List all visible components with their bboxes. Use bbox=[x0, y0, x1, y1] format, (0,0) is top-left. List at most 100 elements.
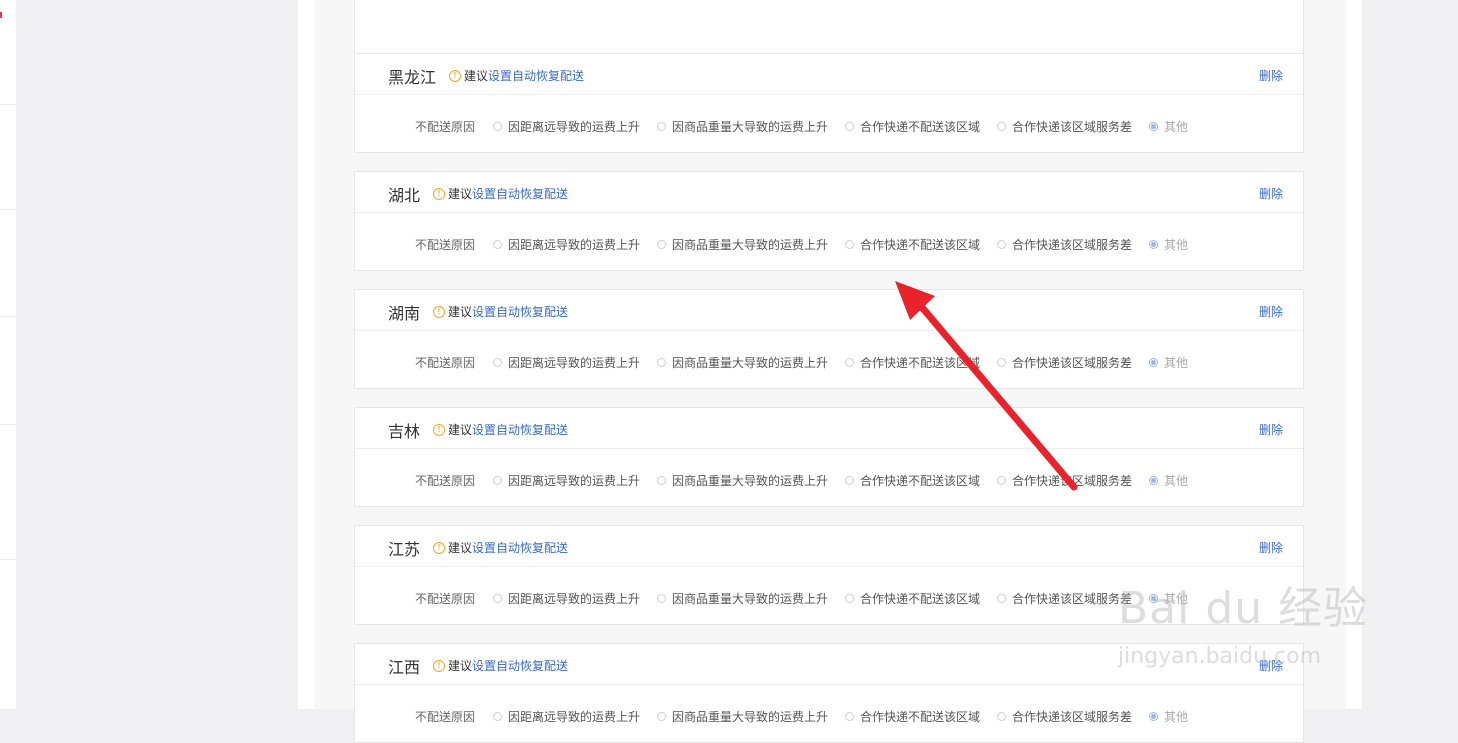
radio-button[interactable] bbox=[845, 476, 854, 485]
radio-button[interactable] bbox=[493, 712, 502, 721]
reason-option[interactable]: 其他 bbox=[1149, 236, 1188, 253]
reason-option[interactable]: 因距离远导致的运费上升 bbox=[493, 118, 640, 135]
reason-option-label: 合作快递该区域服务差 bbox=[1012, 356, 1133, 370]
reason-option[interactable]: 合作快递该区域服务差 bbox=[997, 590, 1132, 607]
radio-button[interactable] bbox=[657, 712, 666, 721]
radio-button[interactable] bbox=[997, 240, 1006, 249]
reason-option[interactable]: 合作快递该区域服务差 bbox=[997, 118, 1132, 135]
radio-selected[interactable] bbox=[1149, 240, 1158, 249]
card-header: 黑龙江! 建议 设置自动恢复配送 删除 bbox=[355, 54, 1303, 95]
reason-option[interactable]: 因商品重量大导致的运费上升 bbox=[657, 590, 828, 607]
province-name: 江苏 bbox=[388, 542, 421, 559]
warning-icon: ! bbox=[433, 187, 445, 200]
radio-selected[interactable] bbox=[1149, 358, 1158, 367]
reason-option[interactable]: 合作快递该区域服务差 bbox=[997, 708, 1132, 725]
sidebar-divider bbox=[0, 104, 16, 105]
warning-icon: ! bbox=[433, 305, 445, 318]
auto-restore-tip: ! 建议 设置自动恢复配送 bbox=[433, 185, 568, 202]
reason-option[interactable]: 因商品重量大导致的运费上升 bbox=[657, 708, 828, 725]
radio-button[interactable] bbox=[657, 476, 666, 485]
reason-option[interactable]: 其他 bbox=[1149, 118, 1188, 135]
radio-button[interactable] bbox=[845, 122, 854, 131]
reason-option-label: 合作快递该区域服务差 bbox=[1012, 710, 1133, 724]
radio-button[interactable] bbox=[845, 594, 854, 603]
radio-button[interactable] bbox=[493, 240, 502, 249]
radio-button[interactable] bbox=[657, 358, 666, 367]
reason-option-label: 其他 bbox=[1164, 710, 1189, 724]
reason-option-label: 其他 bbox=[1164, 238, 1189, 252]
reason-option[interactable]: 因商品重量大导致的运费上升 bbox=[657, 118, 828, 135]
reason-option[interactable]: 合作快递不配送该区域 bbox=[845, 472, 980, 489]
radio-selected[interactable] bbox=[1149, 476, 1158, 485]
delete-button[interactable]: 删除 bbox=[1259, 421, 1283, 438]
reason-label: 不配送原因 bbox=[415, 474, 476, 488]
auto-restore-link[interactable]: 设置自动恢复配送 bbox=[472, 185, 568, 202]
auto-restore-link[interactable]: 设置自动恢复配送 bbox=[472, 539, 568, 556]
province-name: 吉林 bbox=[388, 424, 421, 441]
reason-option[interactable]: 合作快递该区域服务差 bbox=[997, 472, 1132, 489]
auto-restore-link[interactable]: 设置自动恢复配送 bbox=[472, 303, 568, 320]
reason-option-label: 合作快递不配送该区域 bbox=[860, 238, 981, 252]
reason-option-label: 因距离远导致的运费上升 bbox=[508, 474, 641, 488]
sidebar-marker bbox=[0, 12, 2, 18]
tip-prefix: 建议 bbox=[448, 187, 473, 201]
radio-button[interactable] bbox=[845, 712, 854, 721]
delete-button[interactable]: 删除 bbox=[1259, 303, 1283, 320]
reason-option-label: 合作快递不配送该区域 bbox=[860, 120, 981, 134]
reason-option-label: 因商品重量大导致的运费上升 bbox=[672, 710, 829, 724]
left-sidebar-edge bbox=[0, 0, 16, 709]
radio-button[interactable] bbox=[657, 240, 666, 249]
reason-option[interactable]: 合作快递不配送该区域 bbox=[845, 118, 980, 135]
reason-option-label: 合作快递该区域服务差 bbox=[1012, 238, 1133, 252]
reason-option[interactable]: 因距离远导致的运费上升 bbox=[493, 472, 640, 489]
reason-option[interactable]: 合作快递该区域服务差 bbox=[997, 354, 1132, 371]
radio-button[interactable] bbox=[493, 358, 502, 367]
reason-option-label: 因商品重量大导致的运费上升 bbox=[672, 120, 829, 134]
radio-button[interactable] bbox=[493, 122, 502, 131]
reason-option[interactable]: 合作快递不配送该区域 bbox=[845, 354, 980, 371]
reason-option[interactable]: 其他 bbox=[1149, 354, 1188, 371]
radio-button[interactable] bbox=[997, 594, 1006, 603]
radio-button[interactable] bbox=[997, 712, 1006, 721]
delete-button[interactable]: 删除 bbox=[1259, 185, 1283, 202]
reason-option[interactable]: 因距离远导致的运费上升 bbox=[493, 354, 640, 371]
reason-option[interactable]: 因商品重量大导致的运费上升 bbox=[657, 354, 828, 371]
radio-button[interactable] bbox=[997, 358, 1006, 367]
radio-selected[interactable] bbox=[1149, 712, 1158, 721]
radio-button[interactable] bbox=[997, 122, 1006, 131]
tip-prefix: 建议 bbox=[448, 541, 473, 555]
reason-option[interactable]: 合作快递不配送该区域 bbox=[845, 590, 980, 607]
delete-button[interactable]: 删除 bbox=[1259, 539, 1283, 556]
radio-button[interactable] bbox=[845, 240, 854, 249]
reason-option-label: 因商品重量大导致的运费上升 bbox=[672, 592, 829, 606]
radio-button[interactable] bbox=[657, 122, 666, 131]
reason-option-label: 合作快递该区域服务差 bbox=[1012, 592, 1133, 606]
auto-restore-link[interactable]: 设置自动恢复配送 bbox=[488, 67, 584, 84]
reason-option-label: 因商品重量大导致的运费上升 bbox=[672, 356, 829, 370]
sidebar-divider bbox=[0, 316, 16, 317]
reason-option[interactable]: 因商品重量大导致的运费上升 bbox=[657, 472, 828, 489]
reason-option-label: 其他 bbox=[1164, 474, 1189, 488]
reason-option[interactable]: 合作快递该区域服务差 bbox=[997, 236, 1132, 253]
reason-option[interactable]: 合作快递不配送该区域 bbox=[845, 708, 980, 725]
radio-button[interactable] bbox=[997, 476, 1006, 485]
tip-prefix: 建议 bbox=[464, 69, 489, 83]
radio-selected[interactable] bbox=[1149, 122, 1158, 131]
reason-option[interactable]: 因商品重量大导致的运费上升 bbox=[657, 236, 828, 253]
reason-option[interactable]: 因距离远导致的运费上升 bbox=[493, 590, 640, 607]
radio-button[interactable] bbox=[493, 594, 502, 603]
auto-restore-link[interactable]: 设置自动恢复配送 bbox=[472, 657, 568, 674]
reason-option[interactable]: 因距离远导致的运费上升 bbox=[493, 236, 640, 253]
radio-button[interactable] bbox=[657, 594, 666, 603]
reason-option[interactable]: 合作快递不配送该区域 bbox=[845, 236, 980, 253]
reason-option[interactable]: 其他 bbox=[1149, 472, 1188, 489]
reason-option[interactable]: 因距离远导致的运费上升 bbox=[493, 708, 640, 725]
auto-restore-link[interactable]: 设置自动恢复配送 bbox=[472, 421, 568, 438]
reason-option[interactable]: 其他 bbox=[1149, 708, 1188, 725]
reason-option-label: 因距离远导致的运费上升 bbox=[508, 120, 641, 134]
warning-icon: ! bbox=[433, 659, 445, 672]
radio-button[interactable] bbox=[493, 476, 502, 485]
card-header: 湖南! 建议 设置自动恢复配送 删除 bbox=[355, 290, 1303, 331]
delete-button[interactable]: 删除 bbox=[1259, 67, 1283, 84]
radio-button[interactable] bbox=[845, 358, 854, 367]
